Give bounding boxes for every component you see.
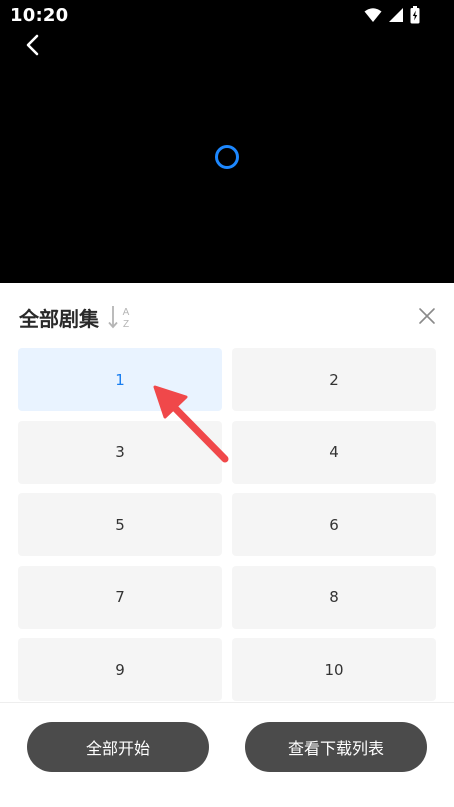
episode-tile-2[interactable]: 2 xyxy=(232,348,436,411)
close-icon[interactable] xyxy=(416,305,438,327)
screen: 10:20 全部剧集 A Z 1 2 3 4 5 6 7 8 9 10 全部开始… xyxy=(0,0,454,807)
episode-tile-6[interactable]: 6 xyxy=(232,493,436,556)
video-player[interactable]: 10:20 xyxy=(0,0,454,283)
bottom-action-bar: 全部开始 查看下载列表 xyxy=(0,702,454,807)
episode-tile-1[interactable]: 1 xyxy=(18,348,222,411)
svg-text:A: A xyxy=(123,307,130,318)
view-download-list-button[interactable]: 查看下载列表 xyxy=(245,722,427,772)
status-icons xyxy=(364,6,420,24)
start-all-button[interactable]: 全部开始 xyxy=(27,722,209,772)
episode-tile-4[interactable]: 4 xyxy=(232,420,436,484)
loading-spinner-icon xyxy=(215,145,239,169)
battery-charging-icon xyxy=(410,6,420,24)
sort-icon[interactable]: A Z xyxy=(108,304,134,330)
episode-tile-5[interactable]: 5 xyxy=(18,493,222,556)
signal-icon xyxy=(389,8,403,22)
svg-text:Z: Z xyxy=(123,319,129,330)
status-time: 10:20 xyxy=(10,5,69,26)
wifi-icon xyxy=(364,8,382,22)
episode-tile-3[interactable]: 3 xyxy=(18,420,222,484)
episode-tile-7[interactable]: 7 xyxy=(18,565,222,629)
episode-grid: 1 2 3 4 5 6 7 8 9 10 xyxy=(18,348,436,701)
episode-tile-9[interactable]: 9 xyxy=(18,638,222,701)
back-arrow-icon[interactable] xyxy=(22,32,46,58)
episode-tile-8[interactable]: 8 xyxy=(232,565,436,629)
sheet-header: 全部剧集 A Z xyxy=(0,283,454,349)
status-bar: 10:20 xyxy=(0,0,454,30)
episode-tile-10[interactable]: 10 xyxy=(232,638,436,701)
sheet-title: 全部剧集 xyxy=(19,307,99,331)
